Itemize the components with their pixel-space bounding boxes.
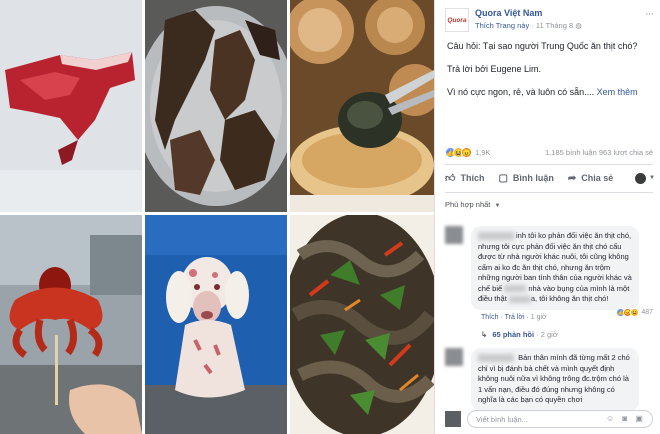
photo-raw-meat[interactable] bbox=[0, 0, 142, 212]
comment-item: inh tôi ko phản đối việc ăn thịt chó, nh… bbox=[445, 226, 655, 346]
redacted-word bbox=[508, 295, 531, 303]
page-avatar[interactable]: Quora bbox=[445, 8, 469, 32]
share-count-link[interactable]: 963 lượt chia sẻ bbox=[599, 148, 653, 157]
like-button[interactable]: 👍︎ Thích bbox=[445, 172, 484, 184]
viewer-avatar bbox=[445, 411, 461, 427]
replies-time: · 2 giờ bbox=[536, 330, 558, 339]
comment-actions: Thích · Trả lời · 1 giờ bbox=[481, 314, 547, 321]
chevron-down-icon: ▼ bbox=[494, 203, 501, 209]
post-body: Câu hỏi: Tại sao người Trung Quốc ăn thị… bbox=[447, 40, 652, 109]
chevron-down-icon[interactable]: ▼ bbox=[649, 175, 655, 181]
post-question: Câu hỏi: Tại sao người Trung Quốc ăn thị… bbox=[447, 41, 638, 51]
photo-sick-dog[interactable] bbox=[145, 215, 287, 434]
comment-reply-link[interactable]: Trả lời bbox=[505, 314, 525, 321]
comment-count-link[interactable]: 1.185 bình luận bbox=[545, 148, 597, 157]
divider bbox=[445, 192, 653, 193]
share-icon: ➦ bbox=[567, 172, 577, 184]
more-options-icon[interactable]: ··· bbox=[645, 8, 654, 20]
post-panel: Quora Quora Việt Nam Thích Trang này · 1… bbox=[434, 0, 660, 434]
like-page-link[interactable]: Thích Trang này bbox=[475, 21, 529, 30]
post-date[interactable]: 11 Tháng 8 bbox=[536, 21, 573, 30]
comment-reaction-count: 487 bbox=[641, 309, 653, 316]
commenter-avatar[interactable] bbox=[445, 348, 463, 366]
haha-reaction-icon: 😆 bbox=[630, 308, 640, 317]
comment-sort-dropdown[interactable]: Phù hợp nhất ▼ bbox=[445, 200, 500, 209]
post-stats: 👍 😆 😠 1,9K 1.185 bình luận 963 lượt chia… bbox=[445, 147, 655, 161]
comment-share-counts: 1.185 bình luận 963 lượt chia sẻ bbox=[545, 148, 653, 157]
angry-reaction-icon: 😠 bbox=[461, 147, 472, 158]
post-answer: Vì nó cực ngon, rẻ, và luôn có sẵn.... X… bbox=[447, 86, 652, 98]
redacted-word bbox=[504, 285, 527, 293]
see-more-link[interactable]: Xem thêm bbox=[597, 87, 638, 97]
post-meta: Thích Trang này · 11 Tháng 8 ◍ bbox=[475, 21, 582, 30]
commenter-name-blurred[interactable] bbox=[478, 232, 514, 241]
divider bbox=[445, 164, 653, 165]
reply-arrow-icon: ↳ bbox=[481, 330, 488, 339]
emoji-camera-gif-icons[interactable]: ☺ ◙ ▣ bbox=[606, 414, 646, 423]
thumbs-up-icon: 👍︎ bbox=[445, 173, 456, 184]
commenter-name-fragment: inh bbox=[516, 231, 527, 240]
photo-dried-meat-plate[interactable] bbox=[145, 0, 287, 212]
comment-button[interactable]: ▢ Bình luận bbox=[498, 173, 553, 184]
avatar-logo-text: Quora bbox=[447, 16, 467, 24]
reaction-count: 1,9K bbox=[475, 148, 491, 157]
viewer-avatar[interactable] bbox=[635, 172, 647, 184]
reaction-summary[interactable]: 👍 😆 😠 1,9K bbox=[445, 147, 490, 158]
photo-snails-bread[interactable] bbox=[290, 0, 434, 212]
page-name-link[interactable]: Quora Việt Nam bbox=[475, 8, 542, 18]
sort-label: Phù hợp nhất bbox=[445, 200, 491, 209]
comment-like-link[interactable]: Thích bbox=[481, 314, 499, 321]
comment-bubble: Bản thân mình đã từng mất 2 chó chỉ vì b… bbox=[471, 348, 639, 411]
like-button-label: Thích bbox=[460, 173, 485, 183]
post-answered-by: Trả lời bởi Eugene Lim. bbox=[447, 64, 542, 74]
post-header: Quora Quora Việt Nam Thích Trang này · 1… bbox=[445, 6, 655, 32]
comment-time[interactable]: 1 giờ bbox=[531, 314, 547, 321]
photo-snake-stir-fry[interactable] bbox=[290, 215, 434, 434]
comment-bubble: inh tôi ko phản đối việc ăn thịt chó, nh… bbox=[471, 226, 639, 310]
post-action-bar: 👍︎ Thích ▢ Bình luận ➦ Chia sẻ ▼ bbox=[445, 168, 655, 188]
photo-octopus-skewer[interactable] bbox=[0, 215, 142, 434]
comment-input-placeholder: Viết bình luận... bbox=[476, 415, 528, 424]
comment-text: a, tôi không ăn thịt chó! bbox=[530, 294, 609, 303]
post-answer-text: Vì nó cực ngon, rẻ, và luôn có sẵn.... bbox=[447, 87, 595, 97]
globe-icon: ◍ bbox=[575, 21, 582, 30]
photo-collage bbox=[0, 0, 434, 434]
comment-reactions[interactable]: 👍 😠 😆 487 bbox=[616, 308, 653, 317]
comment-item: Bản thân mình đã từng mất 2 chó chỉ vì b… bbox=[445, 348, 655, 411]
view-replies-link[interactable]: ↳ 65 phản hồi · 2 giờ bbox=[481, 330, 558, 339]
commenter-avatar[interactable] bbox=[445, 226, 463, 244]
comment-button-label: Bình luận bbox=[512, 173, 554, 183]
commenter-name-blurred[interactable] bbox=[478, 354, 514, 363]
share-button[interactable]: ➦ Chia sẻ bbox=[568, 173, 613, 184]
replies-count: 65 phản hồi bbox=[492, 330, 535, 339]
share-button-label: Chia sẻ bbox=[581, 173, 614, 183]
comment-icon: ▢ bbox=[498, 172, 508, 184]
comment-input[interactable]: Viết bình luận... ☺ ◙ ▣ bbox=[467, 410, 653, 428]
write-comment-box: Viết bình luận... ☺ ◙ ▣ bbox=[445, 410, 655, 430]
